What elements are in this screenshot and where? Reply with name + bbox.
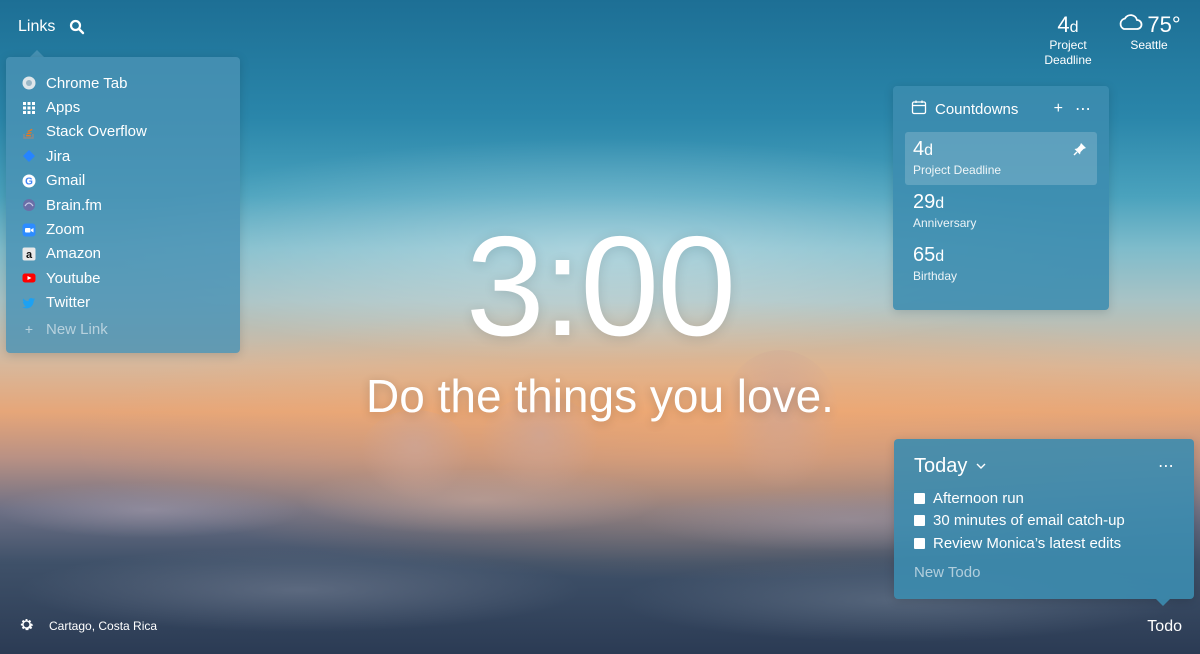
link-stack-overflow[interactable]: Stack Overflow	[22, 120, 240, 144]
pin-icon[interactable]	[1073, 142, 1087, 161]
countdown-unit: d	[924, 142, 934, 159]
clock[interactable]: 3:00	[0, 212, 1200, 362]
link-label: Stack Overflow	[46, 123, 147, 141]
more-options-icon[interactable]: ⋯	[1075, 99, 1091, 119]
cloud-icon	[1117, 12, 1143, 38]
weather-location: Seattle	[1130, 38, 1168, 52]
todo-header: Today ⋯	[914, 453, 1174, 479]
bottom-left-bar: Cartago, Costa Rica	[18, 616, 157, 636]
top-countdown-label-line2: Deadline	[1044, 53, 1092, 67]
todo-checkbox[interactable]	[914, 537, 925, 549]
chevron-down-icon[interactable]	[975, 457, 987, 475]
link-chrome-tab[interactable]: Chrome Tab	[22, 71, 240, 95]
jira-icon	[22, 149, 36, 163]
stack-overflow-icon	[22, 125, 36, 139]
todo-item-label: Afternoon run	[933, 489, 1024, 507]
countdowns-title: Countdowns	[935, 100, 1019, 118]
todo-item[interactable]: Afternoon run	[914, 487, 1174, 510]
location-label[interactable]: Cartago, Costa Rica	[49, 619, 157, 633]
top-countdown-label-line1: Project	[1049, 38, 1087, 52]
todo-item-label: 30 minutes of email catch-up	[933, 512, 1125, 530]
countdown-number: 29	[913, 191, 936, 213]
top-countdown-widget[interactable]: 4d Project Deadline	[1038, 12, 1098, 68]
todo-checkbox[interactable]	[914, 515, 925, 527]
countdowns-header: Countdowns + ⋯	[893, 86, 1109, 132]
todo-item[interactable]: 30 minutes of email catch-up	[914, 510, 1174, 533]
countdown-unit: d	[935, 195, 945, 212]
links-header: Links	[18, 18, 85, 36]
svg-text:G: G	[25, 176, 33, 187]
top-countdown-number: 4	[1057, 12, 1070, 37]
links-panel-arrow	[30, 50, 44, 57]
link-gmail[interactable]: G Gmail	[22, 169, 240, 193]
calendar-icon	[911, 99, 927, 119]
weather-temperature: 75°	[1147, 12, 1181, 37]
todo-list: Afternoon run 30 minutes of email catch-…	[914, 487, 1174, 555]
apps-grid-icon	[22, 101, 36, 115]
google-icon: G	[22, 174, 36, 188]
link-label: Chrome Tab	[46, 74, 128, 92]
gear-icon[interactable]	[18, 616, 35, 636]
countdown-item[interactable]: 4d Project Deadline	[905, 132, 1097, 185]
countdown-number: 4	[913, 138, 925, 160]
search-icon[interactable]	[69, 19, 85, 35]
todo-button[interactable]: Todo	[1147, 618, 1182, 636]
chrome-icon	[22, 76, 36, 90]
link-apps[interactable]: Apps	[22, 95, 240, 119]
new-todo-input[interactable]: New Todo	[914, 564, 1174, 581]
brainfm-icon	[22, 198, 36, 212]
todo-item-label: Review Monica’s latest edits	[933, 534, 1122, 552]
links-button[interactable]: Links	[18, 18, 55, 36]
todo-panel-arrow	[1156, 599, 1170, 606]
mantra[interactable]: Do the things you love.	[0, 366, 1200, 426]
top-countdown-unit: d	[1069, 19, 1079, 36]
more-options-icon[interactable]: ⋯	[1158, 456, 1174, 476]
weather-widget[interactable]: 75° Seattle	[1114, 12, 1184, 53]
todo-list-title[interactable]: Today	[914, 455, 967, 478]
countdown-label: Project Deadline	[913, 163, 1002, 177]
add-countdown-plus-icon[interactable]: +	[1054, 100, 1063, 118]
link-label: Jira	[46, 147, 71, 165]
link-jira[interactable]: Jira	[22, 144, 240, 168]
link-label: Apps	[46, 99, 81, 117]
todo-checkbox[interactable]	[914, 492, 925, 504]
todo-panel: Today ⋯ Afternoon run 30 minutes of emai…	[894, 439, 1194, 599]
todo-item[interactable]: Review Monica’s latest edits	[914, 532, 1174, 555]
link-label: Gmail	[46, 172, 86, 190]
